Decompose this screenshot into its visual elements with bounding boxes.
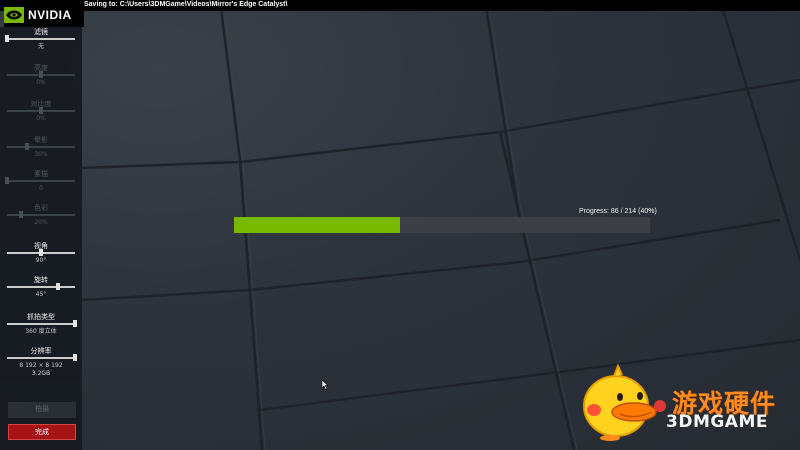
capture-type-control[interactable]: 抓拍类型 360 度立体 [0,312,82,336]
color-label: 色彩 [34,204,48,212]
fov-value: 90° [35,257,47,264]
brightness-value: 0% [36,79,46,86]
rotation-label: 旋转 [34,276,48,284]
sketch-slider [5,177,75,184]
watermark-english: 3DMGAME [666,412,768,432]
capture-type-slider[interactable] [7,320,77,327]
color-value: 20% [34,219,48,226]
brand-name: NVIDIA [28,8,72,22]
color-slider-thumb [18,211,23,218]
file-size-value: 3.2GB [31,370,51,377]
progress-text: Progress: 86 / 214 (40%) [579,208,657,215]
ansel-side-panel: 滤镜 无 亮度 0% 对比度 0% 晕影 30% 素描 0 色彩 20% 视角 … [0,27,82,450]
mouse-cursor-icon [322,380,329,390]
sketch-control: 素描 0 [0,169,82,193]
top-status-bar: Saving to: C:\Users\3DMGame\Videos\Mirro… [0,0,800,11]
capture-type-slider-thumb[interactable] [73,320,77,327]
vignette-value: 30% [34,151,48,158]
rotation-slider[interactable] [7,283,75,290]
resolution-slider[interactable] [7,354,77,361]
vignette-label: 晕影 [34,136,48,144]
color-slider [7,211,75,218]
rotation-value: 45° [35,291,47,298]
color-control: 色彩 20% [0,203,82,227]
sketch-label: 素描 [34,170,48,178]
progress-bar [234,217,650,233]
resolution-slider-thumb[interactable] [73,354,77,361]
contrast-value: 0% [36,115,46,122]
save-path-text: Saving to: C:\Users\3DMGame\Videos\Mirro… [84,1,288,8]
filter-control[interactable]: 滤镜 无 [0,27,82,51]
filter-slider-thumb[interactable] [5,35,9,42]
filter-slider[interactable] [5,35,75,42]
duck-mascot-icon [583,363,666,441]
contrast-control: 对比度 0% [0,99,82,123]
fov-control[interactable]: 视角 90° [0,241,82,265]
contrast-slider [7,107,75,114]
resolution-value: 8 192 × 8 192 [19,362,63,369]
fov-slider-thumb[interactable] [39,249,43,256]
sketch-slider-thumb [5,177,9,184]
brightness-control: 亮度 0% [0,63,82,87]
brightness-slider-thumb [39,71,43,78]
vignette-control: 晕影 30% [0,135,82,159]
rotation-slider-thumb[interactable] [56,283,60,290]
capture-type-label: 抓拍类型 [27,313,55,321]
resolution-control[interactable]: 分辨率 8 192 × 8 192 3.2GB [0,346,82,378]
progress-bar-fill [234,217,401,233]
filter-value: 无 [37,43,44,50]
capture-button[interactable]: 拍摄 [8,402,76,418]
filter-label: 滤镜 [34,28,48,36]
contrast-slider-thumb [39,107,43,114]
sketch-value: 0 [39,185,43,192]
brightness-slider [7,71,75,78]
capture-type-value: 360 度立体 [25,328,57,335]
nvidia-logo: NVIDIA [4,3,84,27]
nvidia-eye-icon [4,7,24,23]
vignette-slider [7,143,75,150]
rotation-control[interactable]: 旋转 45° [0,275,82,299]
done-button[interactable]: 完成 [8,424,76,440]
site-watermark: 游戏硬件 3DMGAME [576,362,786,442]
vignette-slider-thumb [25,143,30,150]
resolution-label: 分辨率 [30,347,52,355]
fov-slider[interactable] [7,249,75,256]
